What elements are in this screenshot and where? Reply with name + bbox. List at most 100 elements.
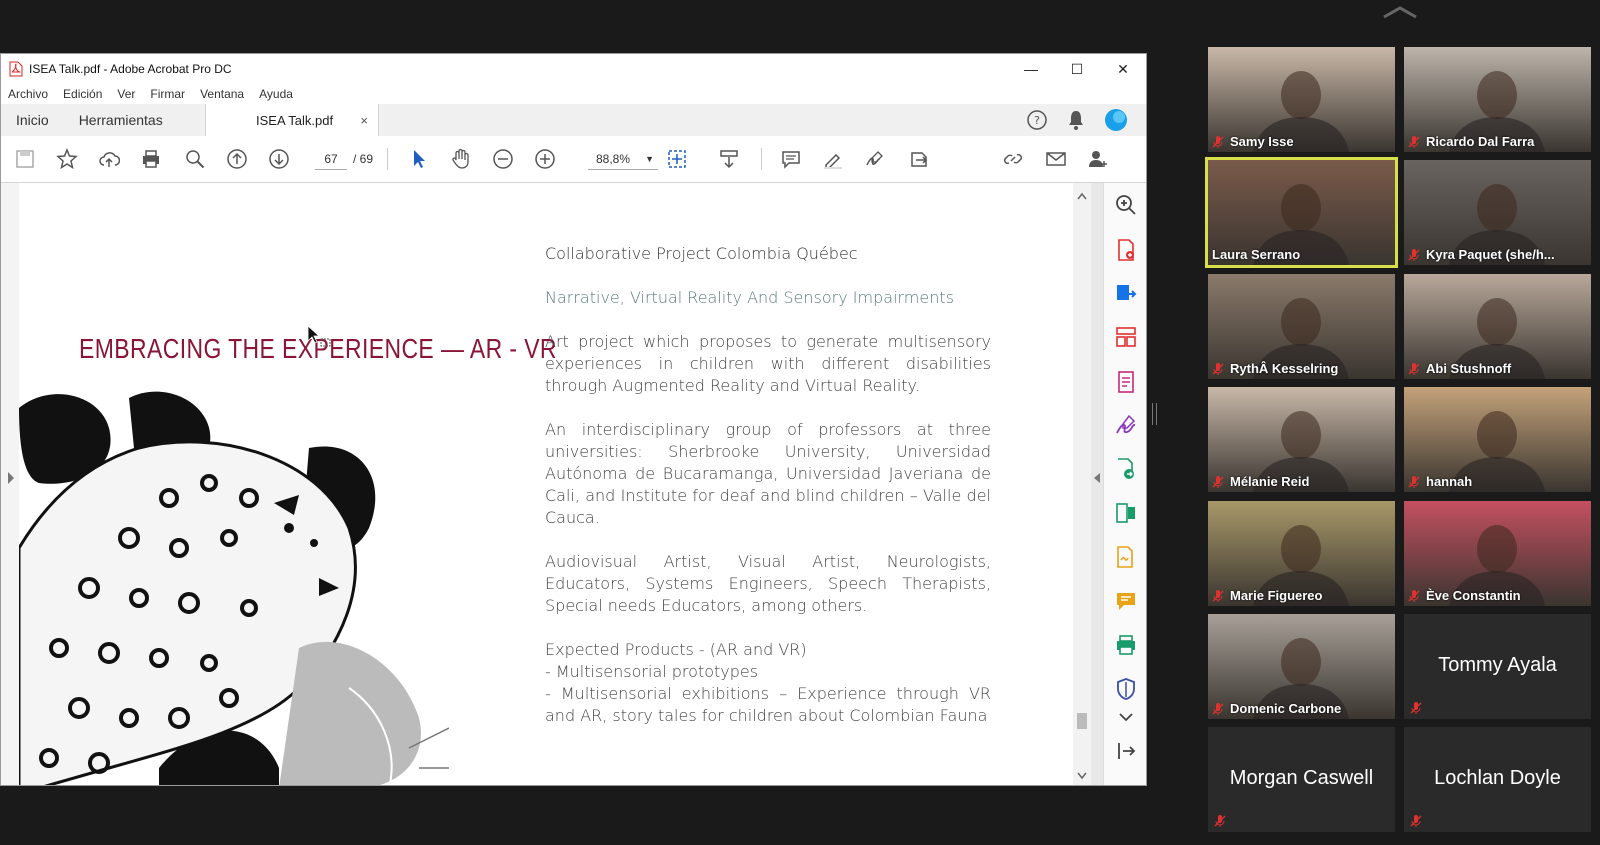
zoom-in-icon[interactable]	[533, 147, 557, 171]
participant-tile[interactable]: Laura Serrano	[1205, 157, 1398, 268]
chevron-up-icon[interactable]	[1380, 4, 1420, 20]
edit-pdf-icon[interactable]	[1114, 370, 1138, 394]
comment-tool-icon[interactable]	[1114, 589, 1138, 613]
fit-page-icon[interactable]	[665, 147, 689, 171]
participant-tile[interactable]: Kyra Paquet (she/h...	[1404, 160, 1591, 265]
pdf-page: EMBRACING THE EXPERIENCE — AR - VR Colla…	[19, 183, 1073, 785]
maximize-button[interactable]: ☐	[1054, 54, 1100, 84]
vertical-scrollbar[interactable]	[1073, 183, 1091, 785]
tab-document[interactable]: ISEA Talk.pdf ×	[205, 104, 379, 137]
left-panel-toggle[interactable]	[1, 183, 19, 785]
help-icon[interactable]: ?	[1026, 109, 1048, 131]
zoom-icon[interactable]	[1114, 193, 1138, 217]
tab-tools[interactable]: Herramientas	[64, 112, 178, 128]
panel-splitter-handle[interactable]	[1152, 403, 1157, 425]
participant-name: Kyra Paquet (she/h...	[1426, 247, 1555, 262]
participant-tile[interactable]: Samy Isse	[1208, 47, 1395, 152]
close-tab-button[interactable]: ×	[360, 113, 368, 128]
send-review-icon[interactable]	[1114, 457, 1138, 481]
participant-tile[interactable]: hannah	[1404, 387, 1591, 492]
paragraph-art-project: Art project which proposes to generate m…	[545, 332, 991, 395]
participant-name: Marie Figuereo	[1230, 588, 1323, 603]
minimize-button[interactable]: —	[1008, 54, 1054, 84]
fill-sign-icon[interactable]	[1114, 413, 1138, 437]
list-item: - Multisensorial prototypes	[545, 662, 759, 681]
page-up-icon[interactable]	[225, 147, 249, 171]
link-icon[interactable]	[1001, 147, 1025, 171]
sign-icon[interactable]	[863, 147, 887, 171]
participant-tile[interactable]: Ève Constantin	[1404, 501, 1591, 606]
mic-muted-icon	[1410, 701, 1422, 714]
hand-tool-icon[interactable]	[449, 147, 473, 171]
mouse-cursor-icon	[307, 325, 331, 347]
participant-name-label: RythÂ Kesselring	[1212, 361, 1338, 376]
mic-muted-icon	[1212, 589, 1224, 602]
add-user-icon[interactable]	[1086, 147, 1110, 171]
participant-name-label: Laura Serrano	[1212, 247, 1300, 262]
comment-icon[interactable]	[779, 147, 803, 171]
bookmark-star-icon[interactable]	[55, 147, 79, 171]
page-down-icon[interactable]	[267, 147, 291, 171]
bell-icon[interactable]	[1066, 109, 1086, 131]
participant-tile[interactable]: Lochlan Doyle	[1404, 727, 1591, 832]
mic-muted-icon	[1408, 475, 1420, 488]
menu-edicion[interactable]: Edición	[63, 87, 102, 101]
participant-tile[interactable]: Abi Stushnoff	[1404, 274, 1591, 379]
collapse-right-icon[interactable]	[1091, 471, 1103, 485]
menu-bar: Archivo Edición Ver Firmar Ventana Ayuda	[1, 84, 1146, 104]
paragraph-roles: Audiovisual Artist, Visual Artist, Neuro…	[545, 552, 991, 615]
upload-cloud-icon[interactable]	[97, 147, 121, 171]
jaguar-illustration	[19, 391, 449, 785]
highlight-pen-icon[interactable]	[821, 147, 845, 171]
participant-tile[interactable]: Mélanie Reid	[1208, 387, 1395, 492]
compress-icon[interactable]	[1114, 501, 1138, 525]
participant-tile[interactable]: Domenic Carbone	[1208, 614, 1395, 719]
menu-firmar[interactable]: Firmar	[150, 87, 185, 101]
export-icon[interactable]	[907, 147, 931, 171]
scroll-mode-icon[interactable]	[717, 147, 741, 171]
participant-name-label: Samy Isse	[1212, 134, 1294, 149]
more-tools-chevron-icon[interactable]	[1114, 705, 1138, 729]
participant-name-label: Kyra Paquet (she/h...	[1408, 247, 1555, 262]
mic-muted-icon	[1212, 475, 1224, 488]
request-sign-icon[interactable]	[1114, 545, 1138, 569]
email-icon[interactable]	[1044, 147, 1068, 171]
participant-tile[interactable]: Marie Figuereo	[1208, 501, 1395, 606]
select-cursor-icon[interactable]	[407, 147, 431, 171]
tab-home[interactable]: Inicio	[1, 112, 64, 128]
page-total: / 69	[353, 152, 374, 166]
page-number-input[interactable]: 67	[315, 149, 347, 170]
participant-name: Abi Stushnoff	[1426, 361, 1512, 376]
participant-tile[interactable]: Tommy Ayala	[1404, 614, 1591, 719]
protect-icon[interactable]	[1114, 677, 1138, 701]
expected-products-title: Expected Products - (AR and VR)	[545, 640, 807, 659]
participant-name: Lochlan Doyle	[1434, 767, 1561, 789]
participant-tile[interactable]: Ricardo Dal Farra	[1404, 47, 1591, 152]
menu-ver[interactable]: Ver	[117, 87, 135, 101]
export-pdf-icon[interactable]	[1114, 282, 1138, 306]
save-icon[interactable]	[13, 147, 37, 171]
chevron-down-icon: ▼	[645, 154, 654, 164]
organize-pages-icon[interactable]	[1114, 325, 1138, 349]
scroll-up-icon[interactable]	[1073, 189, 1091, 203]
participant-tile[interactable]: RythÂ Kesselring	[1208, 274, 1395, 379]
scroll-thumb[interactable]	[1077, 713, 1087, 729]
close-window-button[interactable]: ✕	[1100, 54, 1146, 84]
print-icon[interactable]	[139, 147, 163, 171]
participant-name-label: Marie Figuereo	[1212, 588, 1322, 603]
participant-name-label: Domenic Carbone	[1212, 701, 1341, 716]
participant-tile[interactable]: Morgan Caswell	[1208, 727, 1395, 832]
collapse-panel-icon[interactable]	[1114, 739, 1138, 763]
menu-archivo[interactable]: Archivo	[8, 87, 48, 101]
zoom-select[interactable]: 88,8% ▼	[588, 149, 658, 170]
menu-ventana[interactable]: Ventana	[200, 87, 244, 101]
search-icon[interactable]	[183, 147, 207, 171]
create-pdf-icon[interactable]	[1114, 238, 1138, 262]
account-avatar-icon[interactable]	[1104, 108, 1128, 132]
zoom-out-icon[interactable]	[491, 147, 515, 171]
scroll-down-icon[interactable]	[1073, 769, 1091, 783]
menu-ayuda[interactable]: Ayuda	[259, 87, 293, 101]
participant-name: RythÂ Kesselring	[1230, 361, 1339, 376]
print-production-icon[interactable]	[1114, 633, 1138, 657]
participant-name-label: hannah	[1408, 474, 1472, 489]
